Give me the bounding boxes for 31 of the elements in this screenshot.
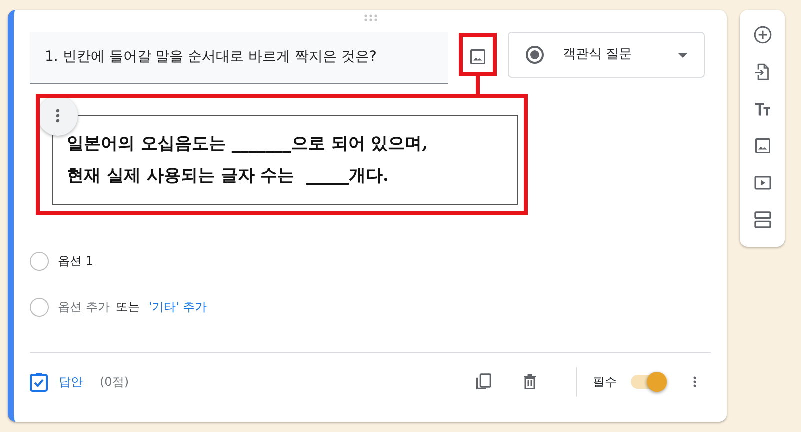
import-file-icon	[754, 62, 772, 82]
copy-icon	[474, 372, 494, 392]
text-size-icon	[752, 100, 772, 118]
option-label[interactable]: 옵션 1	[58, 252, 94, 270]
more-vertical-icon	[56, 109, 60, 123]
video-icon	[752, 174, 772, 192]
add-circle-icon	[752, 25, 772, 45]
image-text: 일본어의 오십음도는 _______으로 되어 있으며,	[67, 133, 430, 156]
add-circle-button[interactable]	[752, 25, 774, 45]
required-toggle[interactable]	[631, 375, 665, 389]
or-text: 또는	[116, 299, 140, 316]
image-icon	[754, 137, 772, 155]
section-button[interactable]	[752, 210, 774, 230]
add-other-link[interactable]: '기타' 추가	[148, 298, 208, 316]
add-option-link[interactable]: 옵션 추가	[58, 298, 110, 316]
highlight-connector	[476, 76, 480, 94]
radio-selected-icon	[525, 45, 545, 65]
trash-icon	[521, 372, 539, 392]
caret-icon	[678, 52, 688, 58]
answer-key-link[interactable]: 답안	[30, 372, 83, 392]
section-icon	[752, 210, 772, 230]
highlight-box	[459, 33, 497, 76]
clipboard-check-icon	[30, 372, 48, 392]
more-vertical-icon	[693, 374, 697, 390]
image-text: 현재 실제 사용되는 글자 수는 _____개다.	[67, 165, 390, 188]
question-type-dropdown[interactable]: 객관식 질문	[508, 32, 705, 78]
question-title-field[interactable]: 1. 빈칸에 들어갈 말을 순서대로 바르게 짝지은 것은?	[30, 32, 448, 84]
drag-handle-icon[interactable]	[364, 14, 378, 22]
image-icon	[469, 48, 487, 66]
required-label: 필수	[593, 374, 617, 391]
points-text: (0점)	[100, 374, 130, 391]
